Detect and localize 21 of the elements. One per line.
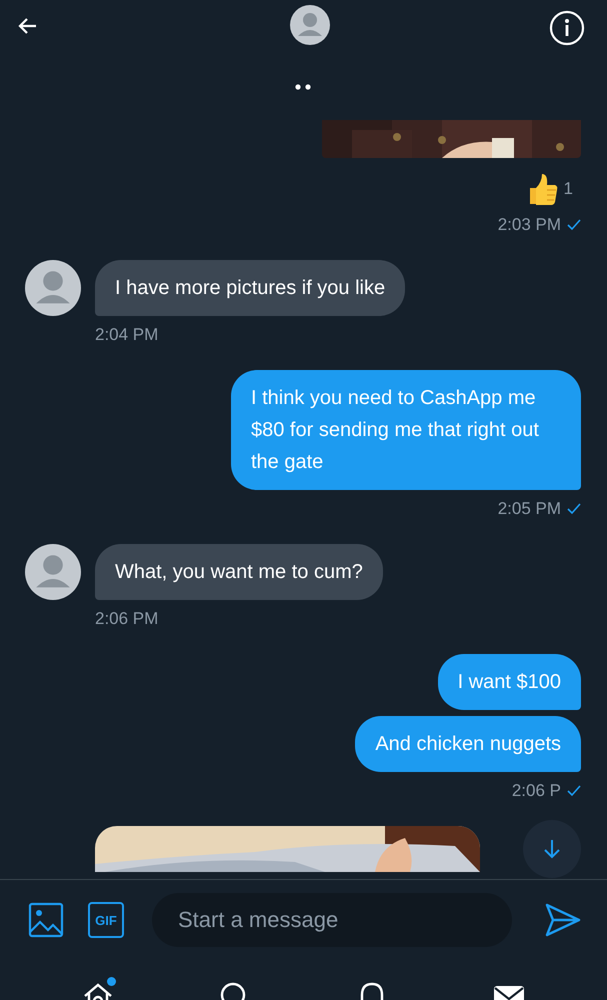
timestamp: 2:03 PM (498, 215, 561, 235)
info-icon[interactable] (549, 10, 585, 46)
avatar-icon[interactable] (25, 260, 81, 316)
message-bubble: I want $100 (438, 654, 581, 710)
message-bubble: And chicken nuggets (355, 716, 581, 772)
timestamp: 2:04 PM (95, 325, 158, 345)
send-icon[interactable] (545, 903, 581, 937)
dots-icon (295, 84, 311, 90)
avatar-icon[interactable] (25, 544, 81, 600)
message-bubble: What, you want me to cum? (95, 544, 383, 600)
gif-button[interactable]: GIF (88, 902, 124, 938)
arrow-down-icon (542, 838, 562, 860)
image-icon[interactable] (28, 902, 64, 938)
message-bubble: I think you need to CashApp me $80 for sending me that right out the gate (231, 370, 581, 490)
timestamp: 2:05 PM (498, 499, 561, 519)
message-bubble: I have more pictures if you like (95, 260, 406, 316)
avatar-icon[interactable] (290, 5, 330, 45)
timestamp: 2:06 P (512, 781, 561, 801)
timestamp: 2:06 PM (95, 609, 158, 629)
reaction-count: 1 (564, 179, 573, 199)
message-input[interactable]: Start a message (152, 893, 512, 947)
